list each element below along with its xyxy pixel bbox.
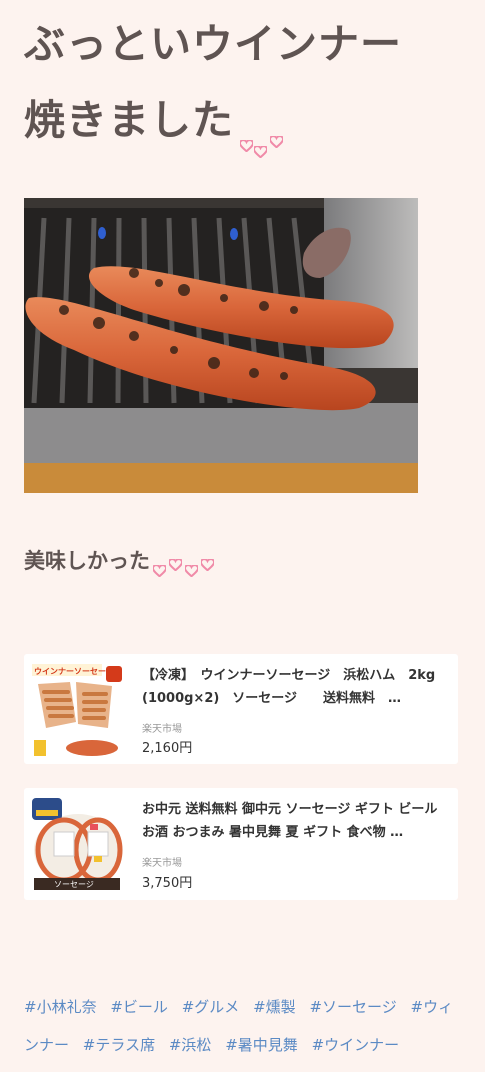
post-subtext: 美味しかった bbox=[24, 543, 225, 579]
product-price: 2,160円 bbox=[142, 741, 193, 756]
product-card[interactable]: ウインナーソーセージ 【冷凍】 ウインナーソーセージ 浜松ハム 2kg (100… bbox=[24, 654, 458, 764]
post-title-line1: ぶっといウインナー bbox=[24, 20, 402, 68]
sausage-photo[interactable] bbox=[24, 198, 418, 493]
product-thumbnail-image: ソーセージ bbox=[28, 794, 126, 892]
hashtag-list: #小林礼奈 #ビール #グルメ #燻製 #ソーセージ #ウィンナー #テラス席 … bbox=[24, 988, 454, 1064]
product-card[interactable]: ソーセージ お中元 送料無料 御中元 ソーセージ ギフト ビール お酒 おつまみ… bbox=[24, 788, 458, 900]
product-shop: 楽天市場 bbox=[142, 724, 182, 735]
hashtag-link[interactable]: #浜松 bbox=[169, 1036, 212, 1054]
product-thumbnail-image: ウインナーソーセージ bbox=[28, 662, 126, 760]
product-title[interactable]: お中元 送料無料 御中元 ソーセージ ギフト ビール お酒 おつまみ 暑中見舞 … bbox=[142, 798, 444, 844]
post-title-line2: 焼きました bbox=[24, 96, 234, 144]
product-thumbnail[interactable]: ウインナーソーセージ bbox=[28, 662, 126, 760]
hashtag-link[interactable]: #ビール bbox=[110, 998, 168, 1016]
post-subtext-label: 美味しかった bbox=[24, 549, 150, 573]
product-title[interactable]: 【冷凍】 ウインナーソーセージ 浜松ハム 2kg (1000g×2) ソーセージ… bbox=[142, 664, 444, 710]
product-thumbnail[interactable]: ソーセージ bbox=[28, 794, 126, 892]
post-title: ぶっといウインナー 焼きました bbox=[24, 6, 464, 158]
hashtag-link[interactable]: #燻製 bbox=[253, 998, 296, 1016]
hearts-icon bbox=[236, 128, 286, 158]
hashtag-link[interactable]: #小林礼奈 bbox=[24, 998, 97, 1016]
product-price: 3,750円 bbox=[142, 876, 193, 891]
product-thumb-text: ソーセージ bbox=[54, 880, 94, 889]
hashtag-link[interactable]: #暑中見舞 bbox=[225, 1036, 298, 1054]
product-thumb-text: ウインナーソーセージ bbox=[34, 667, 114, 676]
hashtag-link[interactable]: #ソーセージ bbox=[309, 998, 396, 1016]
hashtag-link[interactable]: #ウインナー bbox=[312, 1036, 400, 1054]
hashtag-link[interactable]: #テラス席 bbox=[83, 1036, 155, 1054]
sausage-photo-image bbox=[24, 198, 418, 493]
hearts-icon bbox=[151, 553, 225, 579]
hashtag-link[interactable]: #グルメ bbox=[182, 998, 240, 1016]
product-shop: 楽天市場 bbox=[142, 858, 182, 869]
